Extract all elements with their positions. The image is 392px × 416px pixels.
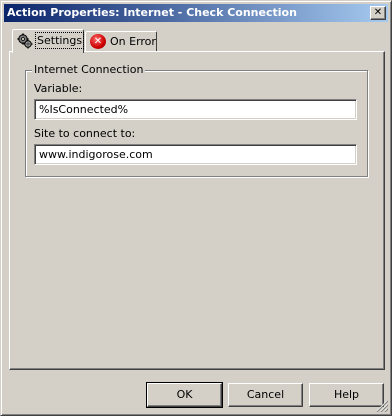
help-button[interactable]: Help	[309, 383, 384, 407]
tab-settings[interactable]: Settings	[12, 29, 85, 53]
ok-button[interactable]: OK	[146, 382, 223, 408]
close-button[interactable]: ✕	[370, 6, 386, 20]
tab-on-error-label: On Error	[110, 35, 156, 48]
close-icon: ✕	[373, 7, 383, 18]
group-legend: Internet Connection	[32, 63, 146, 76]
resize-grip-icon[interactable]	[376, 400, 388, 412]
window-title: Action Properties: Internet - Check Conn…	[7, 6, 297, 19]
site-input[interactable]: www.indigorose.com	[34, 144, 357, 165]
variable-label: Variable:	[34, 82, 83, 95]
tab-settings-label: Settings	[34, 32, 85, 49]
title-bar[interactable]: Action Properties: Internet - Check Conn…	[4, 4, 388, 22]
site-label: Site to connect to:	[34, 127, 136, 140]
cancel-button[interactable]: Cancel	[228, 383, 303, 407]
tab-on-error[interactable]: ✕ On Error	[85, 31, 157, 51]
error-icon: ✕	[90, 34, 106, 49]
settings-gears-icon	[17, 33, 33, 49]
dialog-window: Action Properties: Internet - Check Conn…	[0, 0, 392, 416]
variable-input[interactable]: %IsConnected%	[34, 99, 357, 120]
